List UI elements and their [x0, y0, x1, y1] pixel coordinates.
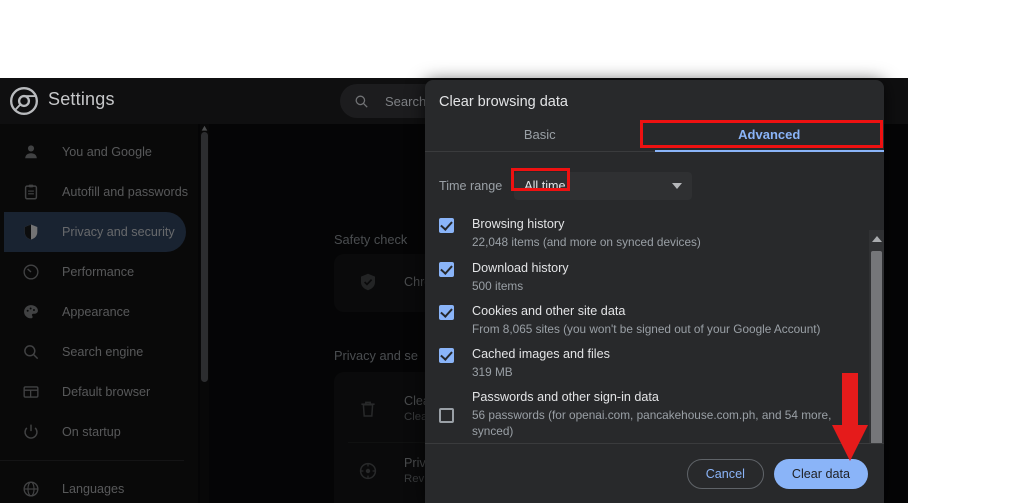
tab-label: Basic [523, 127, 556, 142]
checkbox-item-browsing-history[interactable]: Browsing history 22,048 items (and more … [439, 216, 859, 250]
checkbox-control[interactable] [439, 305, 454, 320]
checkbox-control[interactable] [439, 348, 454, 363]
dialog-title: Clear browsing data [439, 94, 568, 110]
checkbox-label: Browsing history [472, 217, 565, 231]
search-placeholder: Search [385, 93, 427, 109]
time-range-value: All time [524, 179, 566, 193]
checkbox-detail: 319 MB [472, 365, 513, 379]
dialog-scrollbar-thumb[interactable] [871, 251, 882, 451]
checkbox-detail: 22,048 items (and more on synced devices… [472, 235, 701, 249]
page-title: Settings [48, 89, 115, 109]
checkbox-control[interactable] [439, 407, 454, 423]
checkbox-item-cached-images[interactable]: Cached images and files 319 MB [439, 346, 859, 380]
cancel-button[interactable]: Cancel [686, 458, 764, 489]
screenshot-root: Settings Search You and Google [0, 0, 1024, 503]
dialog-footer: Cancel Clear data [425, 443, 884, 503]
search-icon [355, 95, 368, 108]
checkbox-label: Cached images and files [472, 347, 610, 361]
chevron-down-icon [672, 183, 683, 189]
checkbox-detail: 56 passwords (for openai.com, pancakehou… [472, 408, 832, 438]
checkbox-detail: From 8,065 sites (you won't be signed ou… [472, 322, 821, 336]
checkbox-item-passwords[interactable]: Passwords and other sign-in data 56 pass… [439, 389, 859, 439]
clear-browsing-data-dialog: Clear browsing data Basic Advanced Time … [425, 80, 884, 503]
checkbox-control[interactable] [439, 218, 454, 233]
checkbox-control[interactable] [439, 262, 454, 277]
time-range-select[interactable]: All time [514, 172, 693, 200]
checkbox-item-download-history[interactable]: Download history 500 items [439, 260, 859, 294]
time-range-row: Time range All time [425, 166, 884, 206]
checkbox-detail: 500 items [472, 279, 524, 293]
dialog-tabs: Basic Advanced [425, 118, 884, 152]
time-range-label: Time range [439, 179, 503, 193]
checkbox-label: Download history [472, 261, 569, 275]
checkbox-item-cookies[interactable]: Cookies and other site data From 8,065 s… [439, 303, 859, 337]
clear-data-button[interactable]: Clear data [773, 458, 868, 489]
tab-basic[interactable]: Basic [425, 118, 655, 151]
checkbox-label: Passwords and other sign-in data [472, 390, 659, 404]
tab-advanced[interactable]: Advanced [654, 118, 885, 152]
scroll-up-arrow-icon[interactable] [872, 236, 882, 242]
checkbox-label: Cookies and other site data [472, 304, 626, 318]
chrome-logo-icon [10, 87, 38, 115]
tab-label: Advanced [738, 127, 801, 142]
